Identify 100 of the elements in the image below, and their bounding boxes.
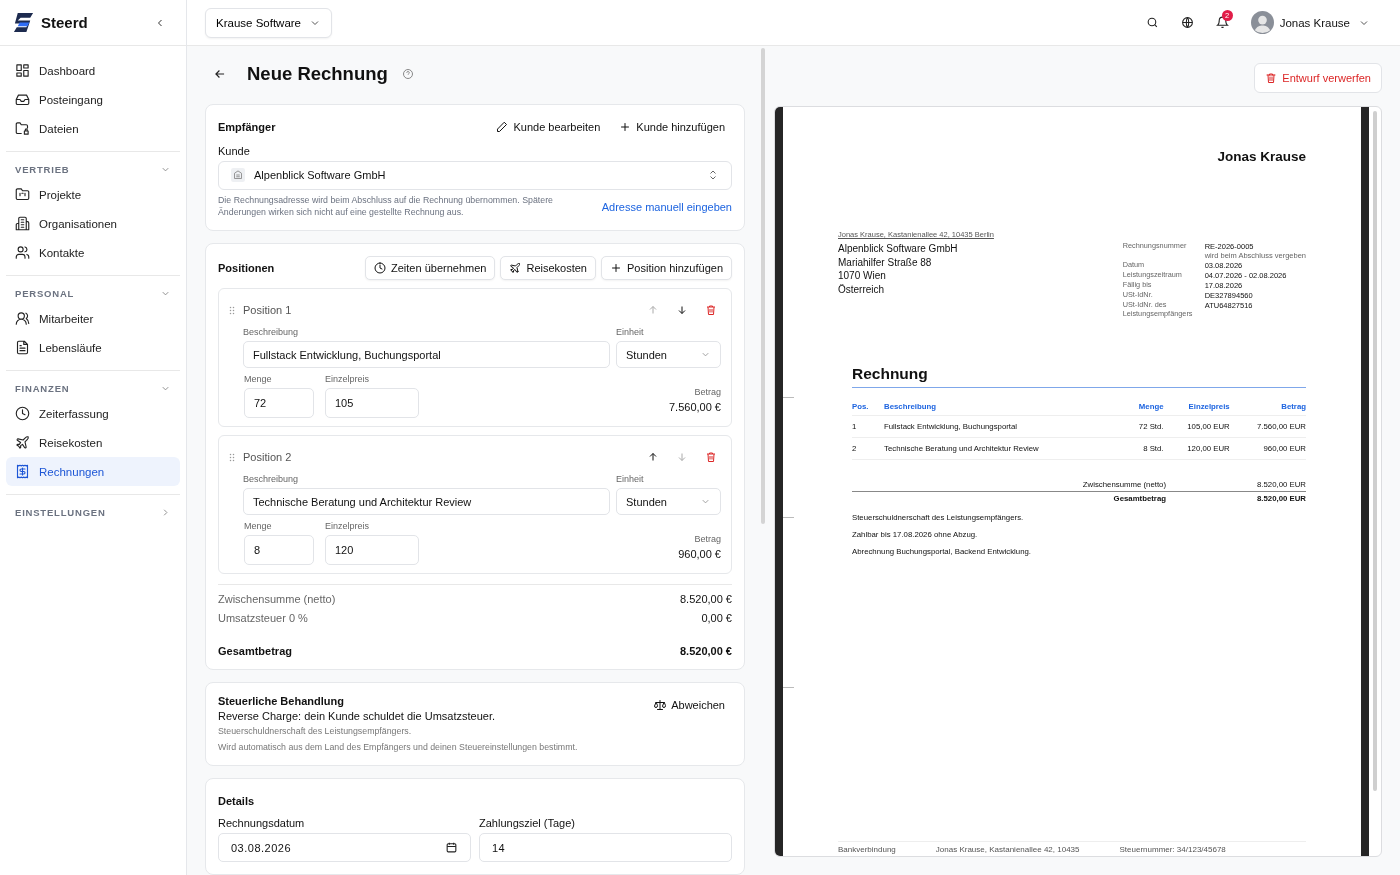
sidebar-item[interactable]: Mitarbeiter <box>6 304 180 333</box>
globe-icon[interactable] <box>1180 16 1194 29</box>
scale-icon <box>654 699 667 712</box>
date-field[interactable]: 03.08.2026 <box>218 833 471 862</box>
amount-label: Betrag <box>694 534 721 545</box>
unit-select[interactable]: Stunden <box>616 341 721 369</box>
clock-icon <box>374 262 387 275</box>
tax-note: Steuerschuldnerschaft des Leistungsempfängers. <box>218 725 413 738</box>
section-header[interactable]: EINSTELLUNGEN <box>6 501 180 523</box>
folder-icon <box>15 187 30 202</box>
document-icon <box>15 340 30 355</box>
footer-text: Jonas Krause, Kastanienallee 42, 10435 <box>935 845 1080 854</box>
section-header[interactable]: PERSONAL <box>6 282 180 304</box>
discard-draft-button[interactable]: Entwurf verwerfen <box>1254 63 1382 93</box>
footer-text: Steuernummer: 34/123/45678 <box>1119 845 1226 854</box>
address-line: Österreich <box>838 282 886 296</box>
sidebar-item[interactable]: Projekte <box>6 180 180 209</box>
sidebar-item[interactable]: Dateien <box>6 114 180 143</box>
field-label: Zahlungsziel (Tage) <box>479 817 576 829</box>
card-title: Empfänger <box>218 120 276 133</box>
hint-text: Die Rechnungsadresse wird beim Abschluss auf die Rechnung übernommen. Spätere Änderungen wirken sich nicht auf eine gestellte Rechnung aus. <box>218 194 554 219</box>
sidebar-item[interactable]: Rechnungen <box>6 457 180 486</box>
description-field[interactable]: Technische Beratung und Architektur Review <box>243 488 610 516</box>
scrollbar-thumb[interactable] <box>761 48 765 524</box>
unit-select[interactable]: Stunden <box>616 488 721 516</box>
amount-label: Betrag <box>694 387 721 398</box>
plus-icon <box>610 262 622 275</box>
quantity-field[interactable]: 72 <box>244 388 314 419</box>
building-icon <box>231 168 245 183</box>
tax-summary: Reverse Charge: dein Kunde schuldet die Umsatzsteuer. <box>218 710 496 723</box>
users-icon <box>15 245 30 260</box>
trash-icon <box>1265 72 1278 84</box>
sidebar-item[interactable]: Lebensläufe <box>6 333 180 362</box>
sidebar-item[interactable]: Kontakte <box>6 238 180 267</box>
total-value: 8.520,00 € <box>680 645 732 658</box>
plus-icon <box>619 120 632 133</box>
number-field[interactable]: 14 <box>479 833 732 862</box>
pencil-icon <box>496 120 509 133</box>
section-header[interactable]: FINANZEN <box>6 377 180 399</box>
sidebar-item[interactable]: Dashboard <box>6 56 180 85</box>
sidebar-item[interactable]: Organisationen <box>6 209 180 238</box>
customer-select[interactable]: Alpenblick Software GmbH <box>218 160 732 190</box>
price-field[interactable]: 120 <box>325 535 419 566</box>
field-label: Beschreibung <box>243 327 300 338</box>
sidebar-item[interactable]: Posteingang <box>6 85 180 114</box>
sidebar-item[interactable]: Reisekosten <box>6 428 180 457</box>
action-button[interactable]: Position hinzufügen <box>601 256 732 281</box>
field-label: Einheit <box>616 474 645 485</box>
field-label: Einzelpreis <box>325 374 371 385</box>
section-header[interactable]: VERTRIEB <box>6 158 180 180</box>
total-value: 8.520,00 € <box>680 593 732 608</box>
field-label: Menge <box>244 374 273 385</box>
plane-icon <box>509 262 522 275</box>
company-select[interactable]: Krause Software <box>205 7 332 38</box>
help-icon[interactable] <box>401 67 414 80</box>
field-label: Rechnungsdatum <box>218 817 306 829</box>
arrow-down-icon[interactable] <box>676 304 688 317</box>
plane-icon <box>15 435 30 450</box>
field-label: Menge <box>244 521 273 532</box>
receipt-icon <box>15 464 30 479</box>
tax-note: Wird automatisch aus dem Land des Empfängers und deinen Steuereinstellungen bestimmt. <box>218 740 578 753</box>
avatar[interactable] <box>1250 11 1274 34</box>
sender-name: Jonas Krause <box>1216 149 1306 164</box>
search-icon[interactable] <box>1145 16 1159 29</box>
user-name[interactable]: Jonas Krause <box>1279 16 1350 29</box>
drag-handle-icon[interactable] <box>229 305 235 315</box>
page-title: Neue Rechnung <box>247 62 388 85</box>
total-label: Gesamtbetrag <box>218 645 292 658</box>
field-label: Kunde <box>218 144 251 157</box>
address-line: 1070 Wien <box>838 269 887 283</box>
field-label: Einzelpreis <box>325 521 371 532</box>
invoice-title: Rechnung <box>852 364 1306 388</box>
price-field[interactable]: 105 <box>325 388 419 419</box>
deviate-button[interactable]: Abweichen <box>647 695 732 716</box>
action-button[interactable]: Kunde bearbeiten <box>489 116 608 137</box>
building-icon <box>15 216 30 231</box>
field-label: Beschreibung <box>243 474 300 485</box>
arrow-up-icon[interactable] <box>647 451 659 464</box>
action-button[interactable]: Zeiten übernehmen <box>365 256 496 281</box>
trash-icon[interactable] <box>705 451 717 464</box>
manual-address-link[interactable]: Adresse manuell eingeben <box>601 200 732 213</box>
total-label: Umsatzsteuer 0 % <box>218 612 308 627</box>
inbox-icon <box>15 92 30 107</box>
position-label: Position 1 <box>243 304 293 317</box>
description-field[interactable]: Fullstack Entwicklung, Buchungsportal <box>243 341 610 369</box>
quantity-field[interactable]: 8 <box>244 535 314 566</box>
action-button[interactable]: Reisekosten <box>500 256 596 281</box>
sidebar-item[interactable]: Zeiterfassung <box>6 399 180 428</box>
calendar-icon <box>445 841 458 854</box>
drag-handle-icon[interactable] <box>229 452 235 462</box>
address-line: Alpenblick Software GmbH <box>838 242 959 256</box>
scrollbar-thumb[interactable] <box>1373 111 1377 791</box>
clock-icon <box>15 406 30 421</box>
amount-value: 960,00 € <box>678 548 721 561</box>
action-button[interactable]: Kunde hinzufügen <box>612 116 732 137</box>
folder-lock-icon <box>15 121 30 136</box>
bell-icon[interactable] <box>1215 16 1229 29</box>
address-line: Mariahilfer Straße 88 <box>838 255 933 269</box>
trash-icon[interactable] <box>705 304 717 317</box>
logo-icon <box>12 11 35 34</box>
